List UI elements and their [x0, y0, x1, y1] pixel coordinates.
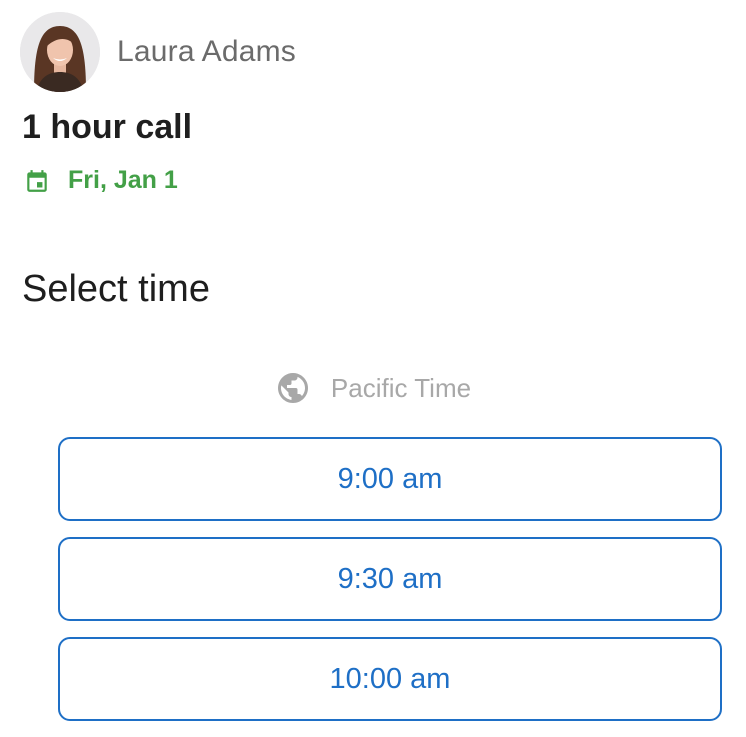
timezone-selector[interactable]: Pacific Time	[0, 370, 746, 406]
host-header: Laura Adams	[20, 12, 296, 92]
time-slot-button[interactable]: 9:30 am	[58, 537, 722, 621]
time-slot-list: 9:00 am 9:30 am 10:00 am	[58, 437, 722, 737]
event-date: Fri, Jan 1	[24, 166, 178, 195]
calendar-icon	[27, 169, 47, 192]
avatar	[20, 12, 100, 92]
globe-icon	[277, 373, 308, 403]
timezone-label[interactable]: Pacific Time	[331, 373, 471, 404]
event-title: 1 hour call	[22, 108, 193, 146]
time-slot-button[interactable]: 10:00 am	[58, 637, 722, 721]
time-slot-button[interactable]: 9:00 am	[58, 437, 722, 521]
event-date-text: Fri, Jan 1	[68, 166, 178, 194]
section-title: Select time	[22, 268, 210, 310]
host-name: Laura Adams	[117, 35, 296, 68]
